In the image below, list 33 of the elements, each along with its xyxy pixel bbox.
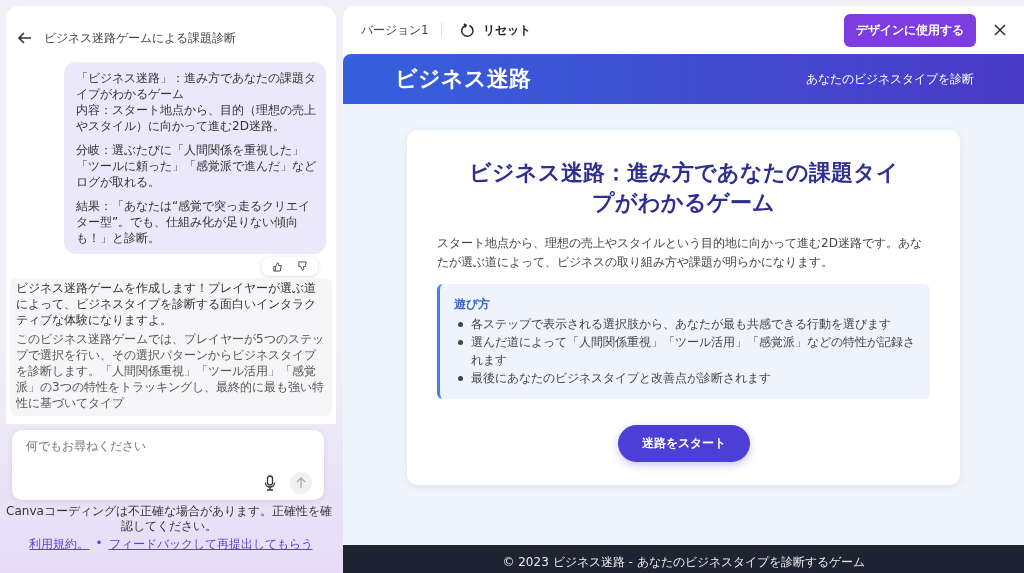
chat-title: ビジネス迷路ゲームによる課題診断	[44, 29, 236, 47]
back-arrow-icon[interactable]	[18, 32, 32, 44]
thumbs-down-icon[interactable]	[297, 261, 308, 272]
assistant-message: このビジネス迷路ゲームでは、プレイヤーが5つのステップで選択を行い、その選択パターンからビジネスタイプを診断します。「人間関係重視」「ツール活用」「感覚派」の3つの特性をトラッキングし、最終的に最も強い特性に基づいてタイプ	[16, 331, 325, 411]
how-to-play-heading: 遊び方	[454, 296, 491, 313]
app-subtitle: あなたのビジネスタイプを診断	[806, 70, 974, 88]
game-description: スタート地点から、理想の売上やスタイルという目的地に向かって進む2D迷路です。あなたが選ぶ道によって、ビジネスの取り組み方や課題が明らかになります。	[437, 235, 923, 271]
microphone-icon[interactable]	[264, 475, 276, 491]
start-button[interactable]: 迷路をスタート	[617, 425, 750, 462]
footer-text: © 2023 ビジネス迷路 - あなたのビジネスタイプを診断するゲーム	[502, 554, 865, 571]
separator-dot: •	[95, 536, 103, 552]
chat-input[interactable]: 何でもお尋ねください	[12, 430, 324, 500]
instruction-text: 選んだ道によって「人間関係重視」「ツール活用」「感覚派」などの特性が記録されます	[471, 334, 916, 369]
bullet-icon	[458, 376, 463, 381]
assistant-message: ビジネス迷路ゲームを作成します！プレイヤーが選ぶ道によって、ビジネスタイプを診断する面白いインタラクティブな体験になりますよ。	[16, 280, 317, 328]
feedback-link[interactable]: フィードバックして再提出してもらう	[108, 536, 313, 553]
instruction-text: 最後にあなたのビジネスタイプと改善点が診断されます	[471, 370, 771, 387]
bullet-icon	[458, 322, 463, 327]
up-arrow-icon	[296, 477, 306, 489]
disclaimer-text: Canvaコーディングは不正確な場合があります。正確性を確認してください。	[6, 504, 332, 534]
use-in-design-button[interactable]: デザインに使用する	[844, 13, 976, 47]
instruction-text: 各ステップで表示される選択肢から、あなたが最も共感できる行動を選びます	[471, 316, 891, 333]
close-icon[interactable]	[994, 24, 1006, 36]
version-label[interactable]: バージョン1	[361, 21, 429, 39]
app-title: ビジネス迷路	[395, 65, 531, 93]
message-input[interactable]: 何でもお尋ねください	[24, 438, 312, 454]
thumbs-up-icon[interactable]	[272, 261, 283, 272]
reset-button[interactable]: リセット	[453, 20, 537, 40]
bullet-icon	[458, 340, 463, 345]
user-message: 「ビジネス迷路」：進み方であなたの課題タイプがわかるゲーム 内容：スタート地点から、目的（理想の売上やスタイル）に向かって進む2D迷路。 分岐：選ぶたびに「人間関係を重視した」「ツールに頼った」「感覚派で進んだ」などログが取れる。 結果：「あなたは“感覚で突っ走るクリエイター型”。でも、仕組み化が足りない傾向も！」と診断。	[64, 62, 326, 254]
terms-link[interactable]: 利用規約。	[29, 536, 90, 553]
game-title: ビジネス迷路：進み方であなたの課題タイプがわかるゲーム	[468, 159, 899, 217]
reset-icon	[459, 22, 475, 38]
